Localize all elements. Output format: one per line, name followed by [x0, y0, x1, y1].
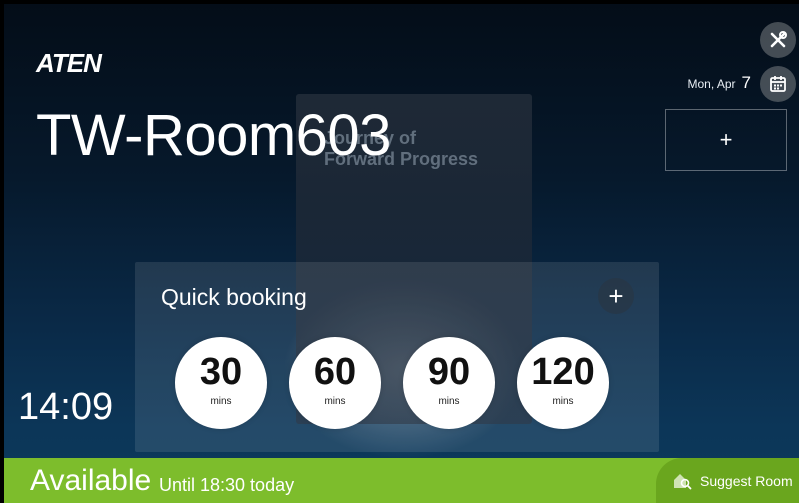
duration-unit: mins	[552, 396, 574, 407]
current-time: 14:09	[18, 386, 114, 428]
quick-booking-30-button[interactable]: 30 mins	[175, 337, 267, 429]
quick-booking-title: Quick booking	[161, 284, 307, 310]
current-date: Mon, Apr 7	[688, 73, 752, 93]
duration-unit: mins	[438, 396, 460, 407]
quick-booking-60-button[interactable]: 60 mins	[289, 337, 381, 429]
add-booking-box[interactable]: +	[665, 109, 787, 171]
room-name: TW-Room603	[36, 103, 391, 168]
quick-booking-90-button[interactable]: 90 mins	[403, 337, 495, 429]
quick-booking-panel: Quick booking + 30 mins 60 mins 90 mins …	[135, 262, 659, 452]
duration-value: 90	[427, 351, 471, 393]
quick-booking-120-button[interactable]: 120 mins	[517, 337, 609, 429]
duration-value: 60	[313, 351, 357, 393]
suggest-room-icon	[674, 473, 692, 489]
room-display-screen: Journey of Forward Progress ATEN TW-Room…	[4, 4, 799, 503]
duration-value: 120	[531, 351, 595, 393]
tools-icon	[770, 31, 787, 48]
room-status: Available	[30, 464, 152, 497]
suggest-room-label: Suggest Room	[700, 472, 793, 489]
date-day-number: 7	[741, 73, 751, 92]
date-day-month: Mon, Apr	[687, 77, 736, 91]
settings-tools-button[interactable]	[760, 22, 796, 58]
aten-logo: ATEN	[36, 48, 102, 78]
duration-unit: mins	[324, 396, 346, 407]
calendar-icon	[770, 76, 786, 92]
suggest-room-button[interactable]: Suggest Room	[656, 458, 799, 503]
room-status-detail: Until 18:30 today	[159, 475, 295, 495]
calendar-button[interactable]	[760, 66, 796, 102]
duration-value: 30	[199, 351, 243, 393]
duration-unit: mins	[210, 396, 232, 407]
room-status-bar: Available Until 18:30 today Suggest Room	[4, 458, 799, 503]
quick-booking-add-button[interactable]: +	[598, 278, 634, 314]
